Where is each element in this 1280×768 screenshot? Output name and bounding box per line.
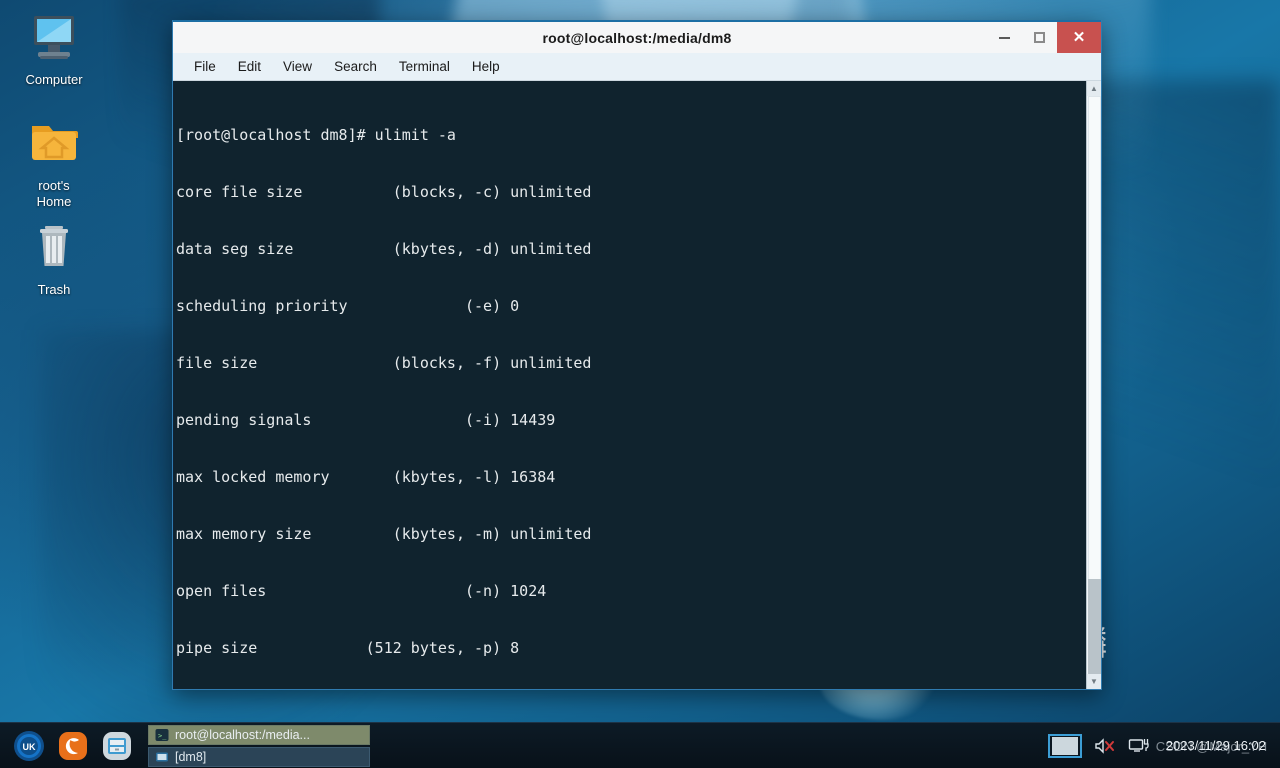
clock-time: 2023/11/29 16:02 [1165,738,1266,753]
taskbar-task-label: root@localhost:/media... [175,727,310,742]
menu-item-file[interactable]: File [183,55,227,79]
kylin-uk-logo-icon: UK [14,730,44,761]
desktop-icon-label-line1: root's [38,178,70,193]
menu-item-search[interactable]: Search [323,55,388,79]
close-icon: ✕ [1072,29,1086,46]
terminal-line: data seg size (kbytes, -d) unlimited [176,240,592,258]
terminal-line: core file size (blocks, -c) unlimited [176,183,592,201]
network-icon[interactable] [1128,735,1150,757]
workspace-1[interactable] [1051,736,1078,755]
desktop-icon-roots-home[interactable]: root's Home [2,118,106,210]
desktop[interactable]: LIN 麒麟 Computer root's Home [0,0,1280,768]
menu-bar: File Edit View Search Terminal Help [173,53,1101,81]
terminal-line: pending signals (-i) 14439 [176,411,556,429]
terminal-line: open files (-n) 1024 [176,582,547,600]
home-folder-icon [2,118,106,174]
terminal-line: file size (blocks, -f) unlimited [176,354,592,372]
window-titlebar[interactable]: root@localhost:/media/dm8 ✕ [173,20,1101,53]
start-menu-button[interactable]: UK [12,729,46,763]
minimize-icon [999,36,1010,39]
terminal-line: max memory size (kbytes, -m) unlimited [176,525,592,543]
scrollbar-thumb[interactable] [1087,96,1101,616]
window-controls: ✕ [987,22,1101,53]
scroll-down-arrow-icon[interactable]: ▼ [1086,674,1101,689]
desktop-icon-label: Computer [25,72,83,87]
taskbar-task-dm8[interactable]: [dm8] [148,746,370,767]
firefox-button[interactable] [56,729,90,763]
taskbar-window-list: >_ root@localhost:/media... [dm8] [148,724,370,767]
desktop-icon-label: Trash [37,282,71,297]
desktop-icon-label-line2: Home [36,194,72,209]
terminal-window[interactable]: root@localhost:/media/dm8 ✕ File Edit Vi… [172,20,1102,690]
taskbar: UK >_ root@localhost:/media... [dm8] 202… [0,722,1280,768]
clock[interactable]: 2023/11/29 16:02 CSDN @Major_YH [1156,738,1270,754]
scrollbar-thumb-lower[interactable] [1087,579,1101,674]
taskbar-task-terminal[interactable]: >_ root@localhost:/media... [148,724,370,745]
menu-item-help[interactable]: Help [461,55,511,79]
window-icon [155,750,169,764]
workspace-switcher[interactable] [1047,733,1082,758]
terminal-line: [root@localhost dm8]# ulimit -a [176,126,456,144]
maximize-icon [1034,32,1045,43]
svg-text:>_: >_ [158,732,167,740]
system-tray: 2023/11/29 16:02 CSDN @Major_YH [1047,733,1280,758]
window-title: root@localhost:/media/dm8 [542,29,732,46]
maximize-button[interactable] [1022,22,1057,53]
menu-item-edit[interactable]: Edit [227,55,272,79]
terminal-icon: >_ [155,728,169,742]
scroll-up-arrow-icon[interactable]: ▲ [1086,81,1101,96]
menu-item-view[interactable]: View [272,55,323,79]
firefox-icon [59,731,87,760]
svg-text:UK: UK [23,742,36,752]
trash-icon [2,222,106,278]
terminal-line: scheduling priority (-e) 0 [176,297,520,315]
close-button[interactable]: ✕ [1057,22,1101,53]
terminal-line: pipe size (512 bytes, -p) 8 [176,639,520,657]
terminal-line: max locked memory (kbytes, -l) 16384 [176,468,556,486]
desktop-icon-trash[interactable]: Trash [2,222,106,298]
file-manager-button[interactable] [100,729,134,763]
menu-item-terminal[interactable]: Terminal [388,55,461,79]
file-manager-icon [103,731,131,760]
terminal-output[interactable]: [root@localhost dm8]# ulimit -a core fil… [174,81,1086,689]
scrollbar-track[interactable] [1086,96,1101,674]
terminal-body[interactable]: [root@localhost dm8]# ulimit -a core fil… [173,81,1101,689]
desktop-icon-computer[interactable]: Computer [2,12,106,88]
terminal-scrollbar[interactable]: ▲ ▼ [1086,81,1101,689]
monitor-icon [2,12,106,68]
taskbar-launchers: UK [0,729,134,763]
taskbar-task-label: [dm8] [175,749,207,764]
volume-muted-icon[interactable] [1094,735,1116,757]
minimize-button[interactable] [987,22,1022,53]
